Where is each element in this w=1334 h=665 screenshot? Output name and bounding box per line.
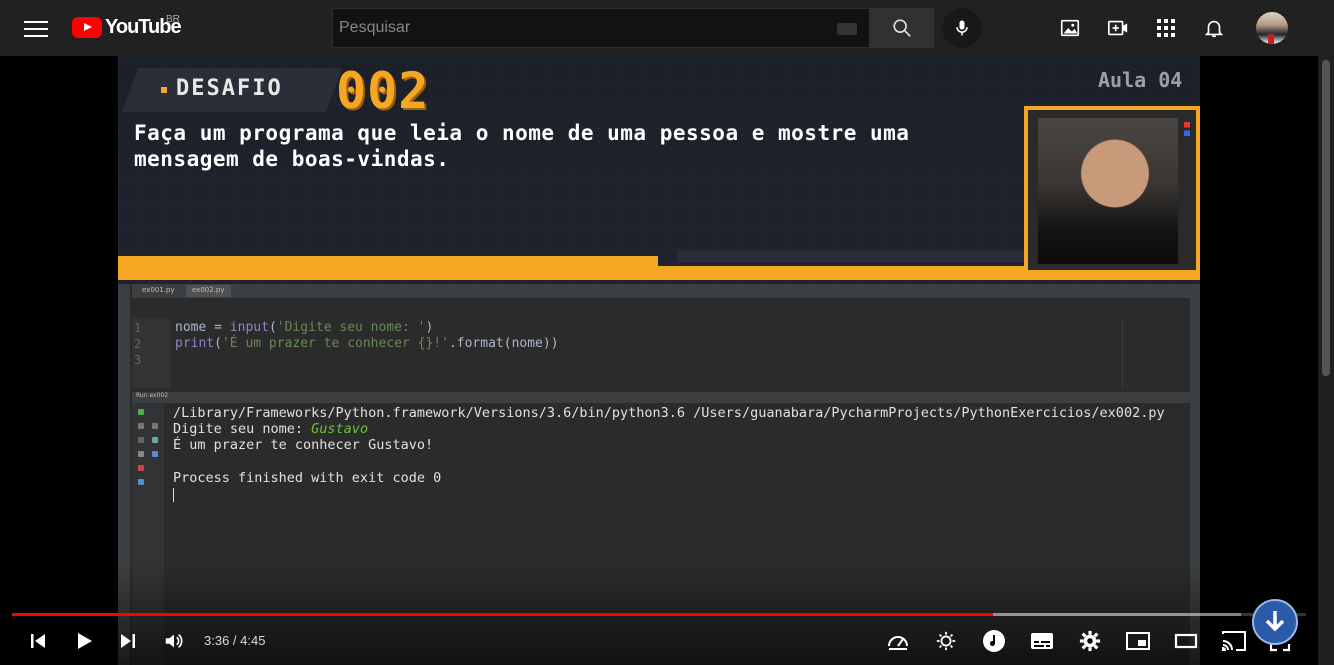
channel-watermark[interactable] xyxy=(1252,599,1298,645)
search-icon xyxy=(893,19,911,37)
create-post-icon[interactable] xyxy=(1058,16,1082,40)
masthead: YouTube BR xyxy=(0,0,1334,56)
console-prompt-line: Digite seu nome: Gustavo xyxy=(173,421,369,437)
volume-icon xyxy=(165,633,183,649)
run-panel-header: Run ex002 xyxy=(132,392,1190,403)
youtube-play-icon xyxy=(72,17,102,38)
speedometer-icon xyxy=(888,636,908,650)
console-caret xyxy=(173,488,174,502)
play-button[interactable] xyxy=(70,629,98,653)
previous-icon xyxy=(31,634,45,648)
lesson-number: Aula 04 xyxy=(1098,68,1183,92)
theater-mode-button[interactable] xyxy=(1172,629,1200,653)
code-line-1: nome = input('Digite seu nome: ') xyxy=(175,320,434,335)
gear-icon xyxy=(1079,630,1101,652)
search-input[interactable] xyxy=(339,19,819,37)
presenter-image xyxy=(1038,118,1178,264)
search-button[interactable] xyxy=(870,8,934,48)
menu-icon[interactable] xyxy=(24,17,48,39)
time-display: 3:36 / 4:45 xyxy=(204,633,266,648)
playback-speed-button[interactable] xyxy=(884,629,912,653)
video-player[interactable]: DESAFIO 002 Aula 04 Faça um programa que… xyxy=(0,56,1318,665)
next-icon xyxy=(121,634,135,648)
youtube-logo[interactable]: YouTube xyxy=(72,16,182,39)
line-number: 2 xyxy=(134,337,142,351)
desafio-label: DESAFIO xyxy=(176,76,283,101)
webcam-indicator xyxy=(1184,122,1190,136)
banner-stripe-upper xyxy=(118,256,658,266)
progress-played xyxy=(12,613,993,616)
voice-search-button[interactable] xyxy=(942,8,982,48)
run-icon xyxy=(138,409,144,415)
ambient-mode-button[interactable] xyxy=(932,629,960,653)
desafio-number: 002 xyxy=(336,62,430,120)
apps-grid-icon[interactable] xyxy=(1154,16,1178,40)
subtitles-icon xyxy=(1031,633,1053,649)
previous-button[interactable] xyxy=(24,629,52,653)
search-box xyxy=(332,8,870,48)
ide-tab-bar: ex001.py ex002.py xyxy=(132,284,1192,298)
music-button[interactable] xyxy=(980,629,1008,653)
sun-gear-icon xyxy=(936,631,956,651)
notifications-bell-icon[interactable] xyxy=(1202,16,1226,40)
play-icon xyxy=(78,633,92,649)
challenge-text: Faça um programa que leia o nome de uma … xyxy=(134,121,910,171)
code-line-2: print('É um prazer te conhecer {}!'.form… xyxy=(175,336,559,351)
page-scrollbar[interactable] xyxy=(1318,56,1334,665)
dump-icon xyxy=(138,451,144,457)
cast-icon xyxy=(1222,631,1246,651)
stop-icon xyxy=(138,423,144,429)
editor-right-margin xyxy=(1122,318,1123,388)
pause-icon xyxy=(138,437,144,443)
console-command: /Library/Frameworks/Python.framework/Ver… xyxy=(173,405,1165,421)
console-greeting: É um prazer te conhecer Gustavo! xyxy=(173,437,434,453)
miniplayer-button[interactable] xyxy=(1124,629,1152,653)
create-video-icon[interactable] xyxy=(1106,16,1130,40)
volume-button[interactable] xyxy=(160,629,188,653)
soft-wrap-icon xyxy=(152,423,158,429)
ide-tab-active: ex002.py xyxy=(186,285,231,297)
cast-button[interactable] xyxy=(1220,629,1248,653)
print-icon xyxy=(152,451,158,457)
ide-tab: ex001.py xyxy=(142,286,175,294)
webcam-frame xyxy=(1024,106,1200,274)
miniplayer-icon xyxy=(1126,632,1150,650)
line-number: 3 xyxy=(134,353,142,367)
microphone-icon xyxy=(956,20,968,36)
download-arrow-icon xyxy=(1265,611,1285,632)
keyboard-icon[interactable] xyxy=(837,23,857,35)
region-code: BR xyxy=(166,14,180,25)
scroll-end-icon xyxy=(152,437,158,443)
lesson-banner: DESAFIO 002 Aula 04 Faça um programa que… xyxy=(118,56,1200,284)
close-icon xyxy=(138,465,144,471)
music-note-icon xyxy=(983,630,1005,652)
avatar[interactable] xyxy=(1256,12,1288,44)
progress-bar[interactable] xyxy=(12,613,1306,616)
line-number: 1 xyxy=(134,321,142,335)
console-exit-message: Process finished with exit code 0 xyxy=(173,470,442,486)
scrollbar-thumb[interactable] xyxy=(1322,60,1330,376)
next-button[interactable] xyxy=(114,629,142,653)
settings-button[interactable] xyxy=(1076,629,1104,653)
desafio-bullet xyxy=(161,87,167,93)
help-icon xyxy=(138,479,144,485)
subtitles-button[interactable] xyxy=(1028,629,1056,653)
theater-icon xyxy=(1174,633,1198,649)
